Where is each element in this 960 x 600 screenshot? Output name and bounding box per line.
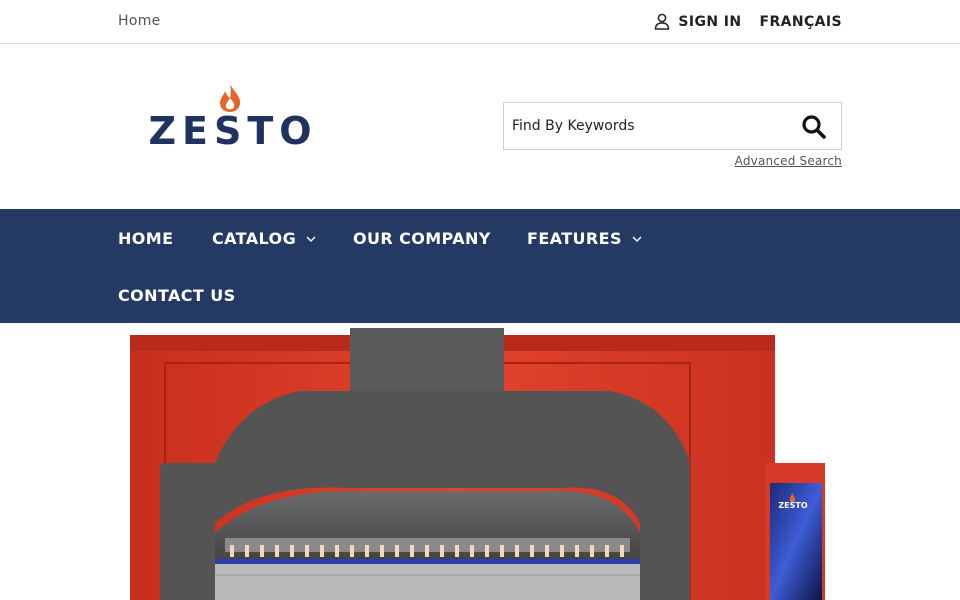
search-form (503, 102, 842, 150)
advanced-search-link[interactable]: Advanced Search (735, 154, 842, 168)
language-link[interactable]: FRANÇAIS (760, 14, 843, 30)
nav-contact-us-label: CONTACT US (118, 286, 236, 305)
nav-home[interactable]: HOME (118, 229, 173, 248)
chevron-down-icon (306, 236, 316, 242)
nav-catalog[interactable]: CATALOG (212, 229, 316, 248)
sign-in-link[interactable]: SIGN IN (654, 13, 741, 30)
nav-our-company[interactable]: OUR COMPANY (353, 229, 491, 248)
main-nav: HOME CATALOG OUR COMPANY FEATURES CONTAC… (0, 209, 960, 323)
search-icon (802, 115, 826, 139)
user-icon (655, 13, 670, 30)
nav-our-company-label: OUR COMPANY (353, 229, 491, 248)
breadcrumb-home[interactable]: Home (118, 13, 161, 29)
chevron-down-icon (632, 236, 642, 242)
site-header: ZESTO Advanced Search (0, 44, 960, 209)
hero-banner[interactable]: ZESTO (0, 323, 960, 600)
nav-features-label: FEATURES (527, 229, 622, 248)
zesto-logo: ZESTO (148, 84, 317, 146)
nav-catalog-label: CATALOG (212, 229, 297, 248)
oven-product-image: ZESTO (130, 328, 825, 600)
utility-bar: Home SIGN IN FRANÇAIS (0, 0, 960, 44)
search-input[interactable] (512, 103, 782, 149)
nav-features[interactable]: FEATURES (527, 229, 642, 248)
account-links: SIGN IN FRANÇAIS (654, 13, 842, 30)
nav-contact-us[interactable]: CONTACT US (118, 286, 236, 305)
oven-badge: ZESTO (778, 501, 807, 510)
logo-wordmark: ZESTO (148, 109, 317, 146)
nav-home-label: HOME (118, 229, 174, 248)
sign-in-label: SIGN IN (678, 13, 742, 30)
search-button[interactable] (801, 114, 827, 140)
